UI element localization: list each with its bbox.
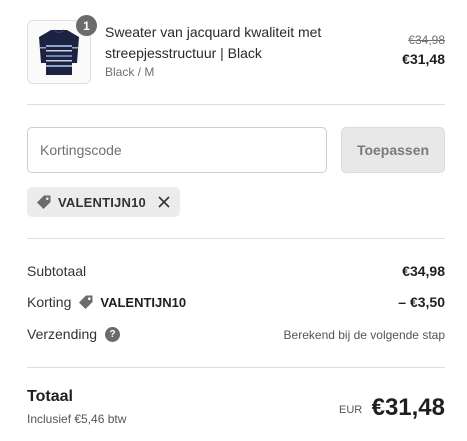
tag-icon [37, 195, 51, 209]
applied-discount-tag: VALENTIJN10 [27, 187, 180, 217]
subtotal-value: €34,98 [402, 263, 445, 279]
apply-discount-button[interactable]: Toepassen [341, 127, 445, 173]
tag-icon [79, 295, 93, 309]
discount-row: Korting VALENTIJN10 – €3,50 [27, 294, 445, 310]
product-variant: Black / M [105, 65, 155, 79]
shipping-row: Verzending ? Berekend bij de volgende st… [27, 326, 445, 342]
divider [27, 367, 445, 368]
divider [27, 104, 445, 105]
applied-discount-code: VALENTIJN10 [58, 194, 146, 210]
total-amount: €31,48 [371, 394, 445, 421]
shipping-value: Berekend bij de volgende stap [283, 328, 445, 342]
product-original-price: €34,98 [408, 33, 445, 47]
discount-code: VALENTIJN10 [100, 294, 187, 310]
quantity-badge: 1 [76, 15, 97, 36]
close-icon[interactable] [156, 194, 172, 210]
discount-label: Korting [27, 294, 72, 310]
subtotal-label: Subtotaal [27, 263, 87, 279]
product-thumbnail-wrap: 1 [27, 15, 97, 84]
tax-note: Inclusief €5,46 btw [27, 412, 127, 426]
total-label: Totaal [27, 388, 73, 405]
help-icon[interactable]: ? [105, 326, 121, 342]
discount-value: – €3,50 [398, 294, 445, 310]
product-discounted-price: €31,48 [402, 51, 445, 67]
shipping-label: Verzending [27, 326, 98, 342]
cart-line-item: 1 Sweater van jacquard kwaliteit met str… [27, 14, 445, 84]
subtotal-row: Subtotaal €34,98 [27, 263, 445, 279]
sweater-icon [39, 29, 79, 75]
currency-code: EUR [339, 404, 363, 416]
product-title: Sweater van jacquard kwaliteit met stree… [105, 24, 322, 61]
divider [27, 238, 445, 239]
discount-code-input[interactable] [27, 127, 327, 173]
